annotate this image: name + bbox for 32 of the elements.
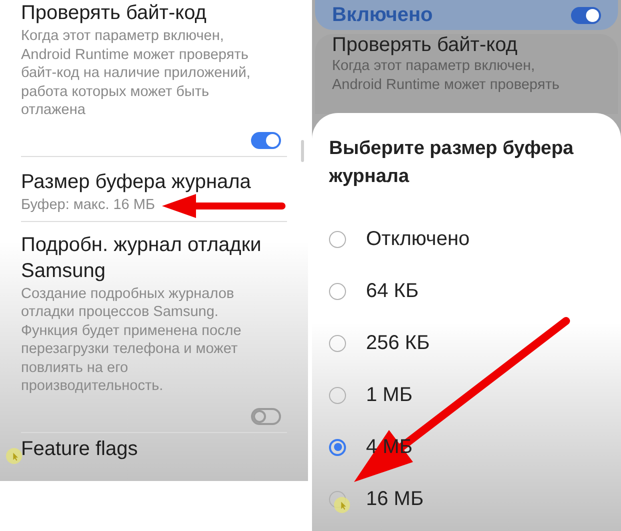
radio-option[interactable]: 4 МБ [329,421,604,473]
dialog-title: Выберите размер буфера журнала [329,137,574,189]
radio-button[interactable] [329,230,346,248]
setting-description: Когда этот параметр включен, Android Runtime может проверять байт-код на наличие приложений, работа которых может быть отлажена [21,27,252,120]
option-label: Отключено [366,227,470,252]
setting-title: Размер буфера журнала [21,170,252,194]
option-label: 4 МБ [366,435,412,460]
radio-option[interactable]: 256 КБ [329,317,604,369]
master-switch-label: Включено [332,3,433,28]
radio-button[interactable] [329,438,346,456]
toggle-switch[interactable] [251,408,281,424]
radio-button[interactable] [329,386,346,404]
setting-title: Feature flags [21,438,138,460]
setting-description: Когда этот параметр включен, Android Runtime может проверять [332,57,560,94]
radio-button[interactable] [329,334,346,352]
radio-option[interactable]: Отключено [329,213,604,265]
option-label: 1 МБ [366,383,412,408]
setting-title: Проверять байт-код [332,34,518,57]
option-label: 256 КБ [366,331,430,356]
setting-title: Подробн. журнал отладки Samsung [21,232,262,284]
cursor-highlight-icon [6,448,22,464]
setting-summary: Буфер: макс. 16 МБ [21,196,155,214]
radio-button[interactable] [329,282,346,300]
radio-option[interactable]: 1 МБ [329,369,604,421]
option-label: 16 МБ [366,487,424,512]
cursor-highlight-icon [334,497,350,513]
toggle-switch[interactable] [251,132,281,148]
setting-description: Создание подробных журналов отладки процессов Samsung. Функция будет применена после перезагрузки телефона и может повлиять на его производительность. [21,284,242,396]
radio-option[interactable]: 64 КБ [329,265,604,317]
option-label: 64 КБ [366,279,419,304]
setting-title: Проверять байт-код [21,1,208,26]
toggle-switch[interactable] [571,6,601,24]
